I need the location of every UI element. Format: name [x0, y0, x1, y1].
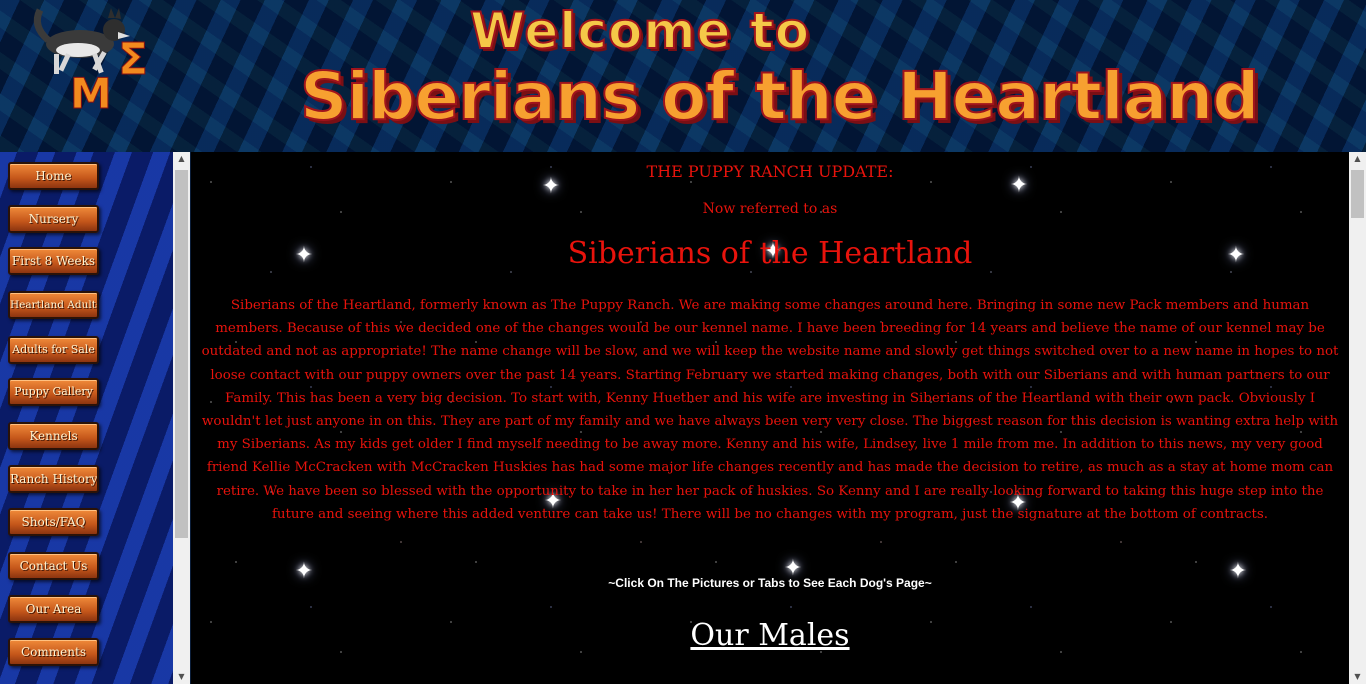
left-navigation: Home Nursery First 8 Weeks Heartland Adu…	[0, 152, 173, 684]
site-title: Siberians of the Heartland	[299, 57, 1260, 136]
nav-adults-for-sale-button[interactable]: Adults for Sale	[8, 336, 99, 364]
svg-text:M: M	[70, 69, 112, 114]
welcome-heading: Welcome to	[469, 1, 811, 61]
scroll-up-arrow-icon[interactable]: ▲	[173, 152, 190, 166]
scroll-down-arrow-icon[interactable]: ▼	[1349, 670, 1366, 684]
our-males-heading[interactable]: Our Males	[191, 618, 1349, 653]
scroll-down-arrow-icon[interactable]: ▼	[173, 670, 190, 684]
referred-text: Now referred to as	[702, 201, 838, 217]
nav-our-area-button[interactable]: Our Area	[8, 595, 99, 623]
kennel-name-heading: Siberians of the Heartland	[567, 236, 973, 271]
main-scrollbar[interactable]: ▲ ▼	[1349, 152, 1366, 684]
nav-ranch-history-button[interactable]: Ranch History	[8, 465, 99, 493]
nav-kennels-button[interactable]: Kennels	[8, 422, 99, 450]
announcement-paragraph: Siberians of the Heartland, formerly kno…	[201, 298, 1339, 522]
husky-logo-icon: M Σ	[33, 8, 149, 114]
nav-scrollbar[interactable]: ▲ ▼	[173, 152, 190, 684]
main-content: ✦ ✦ ✦ ✦ ✦ ✦ ✦ ✦ ✦ ✦ THE PUPPY RANCH UPDA…	[191, 152, 1349, 684]
main-scrollbar-thumb[interactable]	[1351, 170, 1364, 218]
nav-heartland-adults-button[interactable]: Heartland Adults	[8, 291, 99, 319]
nav-first-8-weeks-button[interactable]: First 8 Weeks	[8, 247, 99, 275]
nav-home-button[interactable]: Home	[8, 162, 99, 190]
nav-shots-faq-button[interactable]: Shots/FAQ	[8, 508, 99, 536]
header-banner: M Σ Welcome to Siberians of the Heartlan…	[0, 0, 1366, 152]
nav-nursery-button[interactable]: Nursery	[8, 205, 99, 233]
svg-text:Σ: Σ	[118, 34, 148, 85]
nav-comments-button[interactable]: Comments	[8, 638, 99, 666]
scroll-up-arrow-icon[interactable]: ▲	[1349, 152, 1366, 166]
nav-puppy-gallery-button[interactable]: Puppy Gallery	[8, 378, 99, 406]
nav-scrollbar-thumb[interactable]	[175, 170, 188, 538]
nav-contact-us-button[interactable]: Contact Us	[8, 552, 99, 580]
update-title: THE PUPPY RANCH UPDATE:	[646, 162, 894, 181]
click-instruction: ~Click On The Pictures or Tabs to See Ea…	[608, 576, 932, 590]
